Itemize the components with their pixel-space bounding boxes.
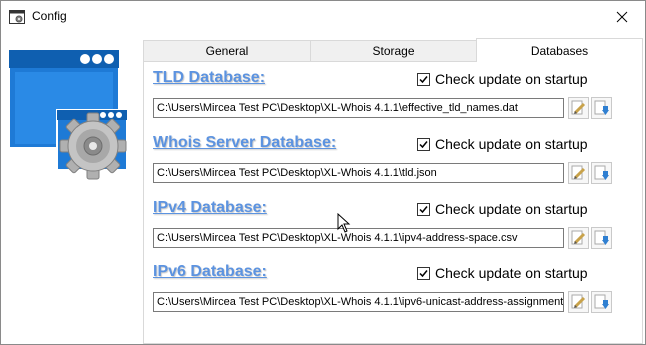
mouse-cursor-icon	[337, 213, 351, 233]
checkmark-icon	[419, 140, 428, 148]
whois-check-update-label: Check update on startup	[435, 136, 588, 152]
tab-storage[interactable]: Storage	[310, 40, 477, 61]
tld-edit-button[interactable]	[568, 97, 589, 119]
whois-server-database-link[interactable]: Whois Server Database:	[153, 134, 336, 152]
ipv4-database-section: IPv4 Database: Check update on startup C…	[153, 199, 633, 257]
tld-database-section: TLD Database: Check update on startup C:…	[153, 69, 633, 127]
ipv4-check-update-checkbox[interactable]	[417, 202, 430, 216]
edit-pencil-icon	[571, 230, 586, 245]
tld-database-path-field[interactable]: C:\Users\Mircea Test PC\Desktop\XL-Whois…	[153, 98, 564, 118]
tab-label: General	[205, 44, 249, 58]
whois-update-button[interactable]	[591, 162, 612, 184]
checkmark-icon	[419, 75, 428, 83]
whois-check-update-checkbox[interactable]	[417, 137, 430, 151]
window-title: Config	[32, 9, 67, 23]
client-area: General Storage Databases TLD Database: …	[1, 32, 645, 344]
tld-database-link[interactable]: TLD Database:	[153, 69, 265, 87]
close-button[interactable]	[599, 1, 645, 32]
edit-pencil-icon	[571, 294, 586, 309]
ipv6-check-update-checkbox[interactable]	[417, 266, 430, 280]
title-bar[interactable]: Config	[1, 1, 645, 32]
ipv4-update-button[interactable]	[591, 227, 612, 249]
ipv6-edit-button[interactable]	[568, 291, 589, 313]
tld-update-button[interactable]	[591, 97, 612, 119]
settings-window-icon	[9, 10, 25, 24]
tld-check-update-checkbox[interactable]	[417, 72, 430, 86]
ipv4-database-link[interactable]: IPv4 Database:	[153, 199, 267, 217]
tab-label: Databases	[530, 43, 589, 58]
edit-pencil-icon	[571, 165, 586, 180]
whois-edit-button[interactable]	[568, 162, 589, 184]
tld-check-update[interactable]: Check update on startup	[417, 71, 588, 87]
tab-databases[interactable]: Databases	[476, 38, 643, 62]
config-window: Config General Storage Databases TLD Dat…	[0, 0, 646, 345]
ipv6-database-link[interactable]: IPv6 Database:	[153, 263, 267, 281]
tab-strip: General Storage Databases	[143, 38, 643, 62]
download-update-icon	[594, 294, 609, 309]
close-icon	[616, 11, 628, 22]
whois-server-database-path-field[interactable]: C:\Users\Mircea Test PC\Desktop\XL-Whois…	[153, 163, 564, 183]
ipv6-database-path-field[interactable]: C:\Users\Mircea Test PC\Desktop\XL-Whois…	[153, 292, 564, 312]
ipv6-check-update-label: Check update on startup	[435, 265, 588, 281]
whois-server-database-section: Whois Server Database: Check update on s…	[153, 134, 633, 192]
ipv4-edit-button[interactable]	[568, 227, 589, 249]
whois-check-update[interactable]: Check update on startup	[417, 136, 588, 152]
edit-pencil-icon	[571, 100, 586, 115]
download-update-icon	[594, 165, 609, 180]
ipv6-database-section: IPv6 Database: Check update on startup C…	[153, 263, 633, 321]
checkmark-icon	[419, 269, 428, 277]
ipv4-check-update-label: Check update on startup	[435, 201, 588, 217]
databases-panel: TLD Database: Check update on startup C:…	[143, 61, 643, 344]
download-update-icon	[594, 230, 609, 245]
ipv4-database-path-field[interactable]: C:\Users\Mircea Test PC\Desktop\XL-Whois…	[153, 228, 564, 248]
checkmark-icon	[419, 205, 428, 213]
download-update-icon	[594, 100, 609, 115]
tld-check-update-label: Check update on startup	[435, 71, 588, 87]
ipv6-update-button[interactable]	[591, 291, 612, 313]
ipv4-check-update[interactable]: Check update on startup	[417, 201, 588, 217]
tab-general[interactable]: General	[143, 40, 311, 61]
tab-label: Storage	[372, 44, 415, 58]
app-config-gear-logo	[7, 48, 133, 181]
ipv6-check-update[interactable]: Check update on startup	[417, 265, 588, 281]
